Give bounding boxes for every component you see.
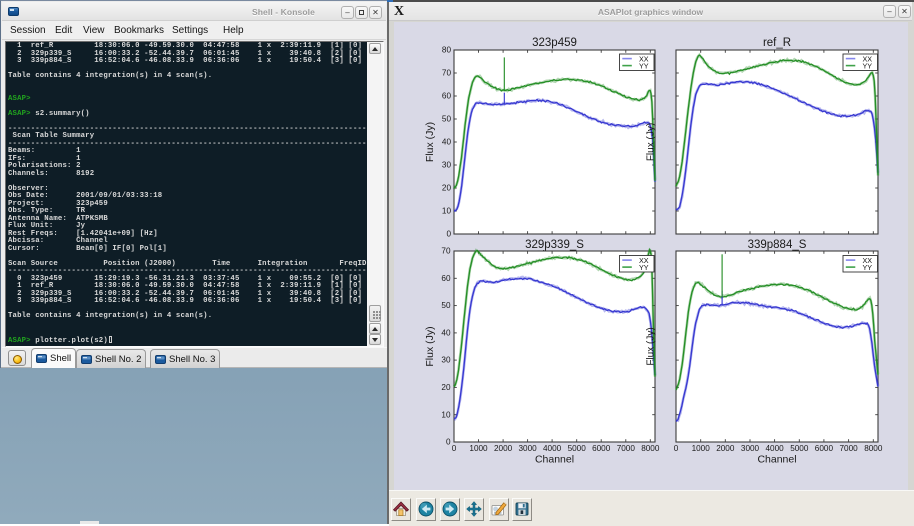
svg-text:4000: 4000 bbox=[765, 444, 784, 453]
svg-text:20: 20 bbox=[442, 184, 452, 193]
svg-text:60: 60 bbox=[442, 92, 452, 101]
svg-text:40: 40 bbox=[442, 138, 452, 147]
svg-text:2000: 2000 bbox=[716, 444, 735, 453]
svg-text:3000: 3000 bbox=[518, 444, 537, 453]
svg-text:80: 80 bbox=[442, 46, 452, 55]
svg-text:Flux (Jy): Flux (Jy) bbox=[424, 326, 436, 366]
svg-text:YY: YY bbox=[863, 61, 873, 70]
svg-text:3000: 3000 bbox=[741, 444, 760, 453]
svg-text:30: 30 bbox=[441, 356, 451, 365]
svg-text:Flux (Jy): Flux (Jy) bbox=[646, 123, 657, 161]
svg-text:YY: YY bbox=[863, 263, 873, 272]
svg-text:6000: 6000 bbox=[592, 444, 611, 453]
svg-text:Flux (Jy): Flux (Jy) bbox=[424, 122, 436, 162]
svg-text:60: 60 bbox=[441, 274, 451, 283]
svg-text:50: 50 bbox=[442, 115, 452, 124]
svg-text:7000: 7000 bbox=[617, 444, 636, 453]
svg-text:40: 40 bbox=[441, 329, 451, 338]
svg-text:20: 20 bbox=[441, 383, 451, 392]
svg-text:5000: 5000 bbox=[790, 444, 809, 453]
svg-text:1000: 1000 bbox=[469, 444, 488, 453]
svg-text:50: 50 bbox=[441, 301, 451, 310]
svg-text:30: 30 bbox=[442, 161, 452, 170]
svg-text:10: 10 bbox=[441, 410, 451, 419]
svg-text:0: 0 bbox=[452, 444, 457, 453]
svg-text:ref_R: ref_R bbox=[763, 37, 791, 49]
svg-text:Channel: Channel bbox=[757, 454, 796, 466]
svg-text:YY: YY bbox=[639, 61, 649, 70]
svg-text:70: 70 bbox=[441, 247, 451, 256]
svg-text:YY: YY bbox=[639, 263, 649, 272]
svg-text:323p459: 323p459 bbox=[532, 37, 577, 49]
svg-text:2000: 2000 bbox=[494, 444, 513, 453]
svg-text:7000: 7000 bbox=[839, 444, 858, 453]
svg-text:8000: 8000 bbox=[864, 444, 883, 453]
svg-text:0: 0 bbox=[674, 444, 679, 453]
svg-text:8000: 8000 bbox=[641, 444, 660, 453]
svg-text:1000: 1000 bbox=[692, 444, 711, 453]
svg-text:4000: 4000 bbox=[543, 444, 562, 453]
svg-text:Channel: Channel bbox=[535, 454, 574, 466]
svg-text:10: 10 bbox=[442, 207, 452, 216]
svg-text:6000: 6000 bbox=[815, 444, 834, 453]
svg-text:0: 0 bbox=[446, 230, 451, 239]
svg-text:Flux (Jy): Flux (Jy) bbox=[646, 327, 657, 365]
svg-text:70: 70 bbox=[442, 69, 452, 78]
svg-text:5000: 5000 bbox=[568, 444, 587, 453]
svg-text:0: 0 bbox=[446, 438, 451, 447]
